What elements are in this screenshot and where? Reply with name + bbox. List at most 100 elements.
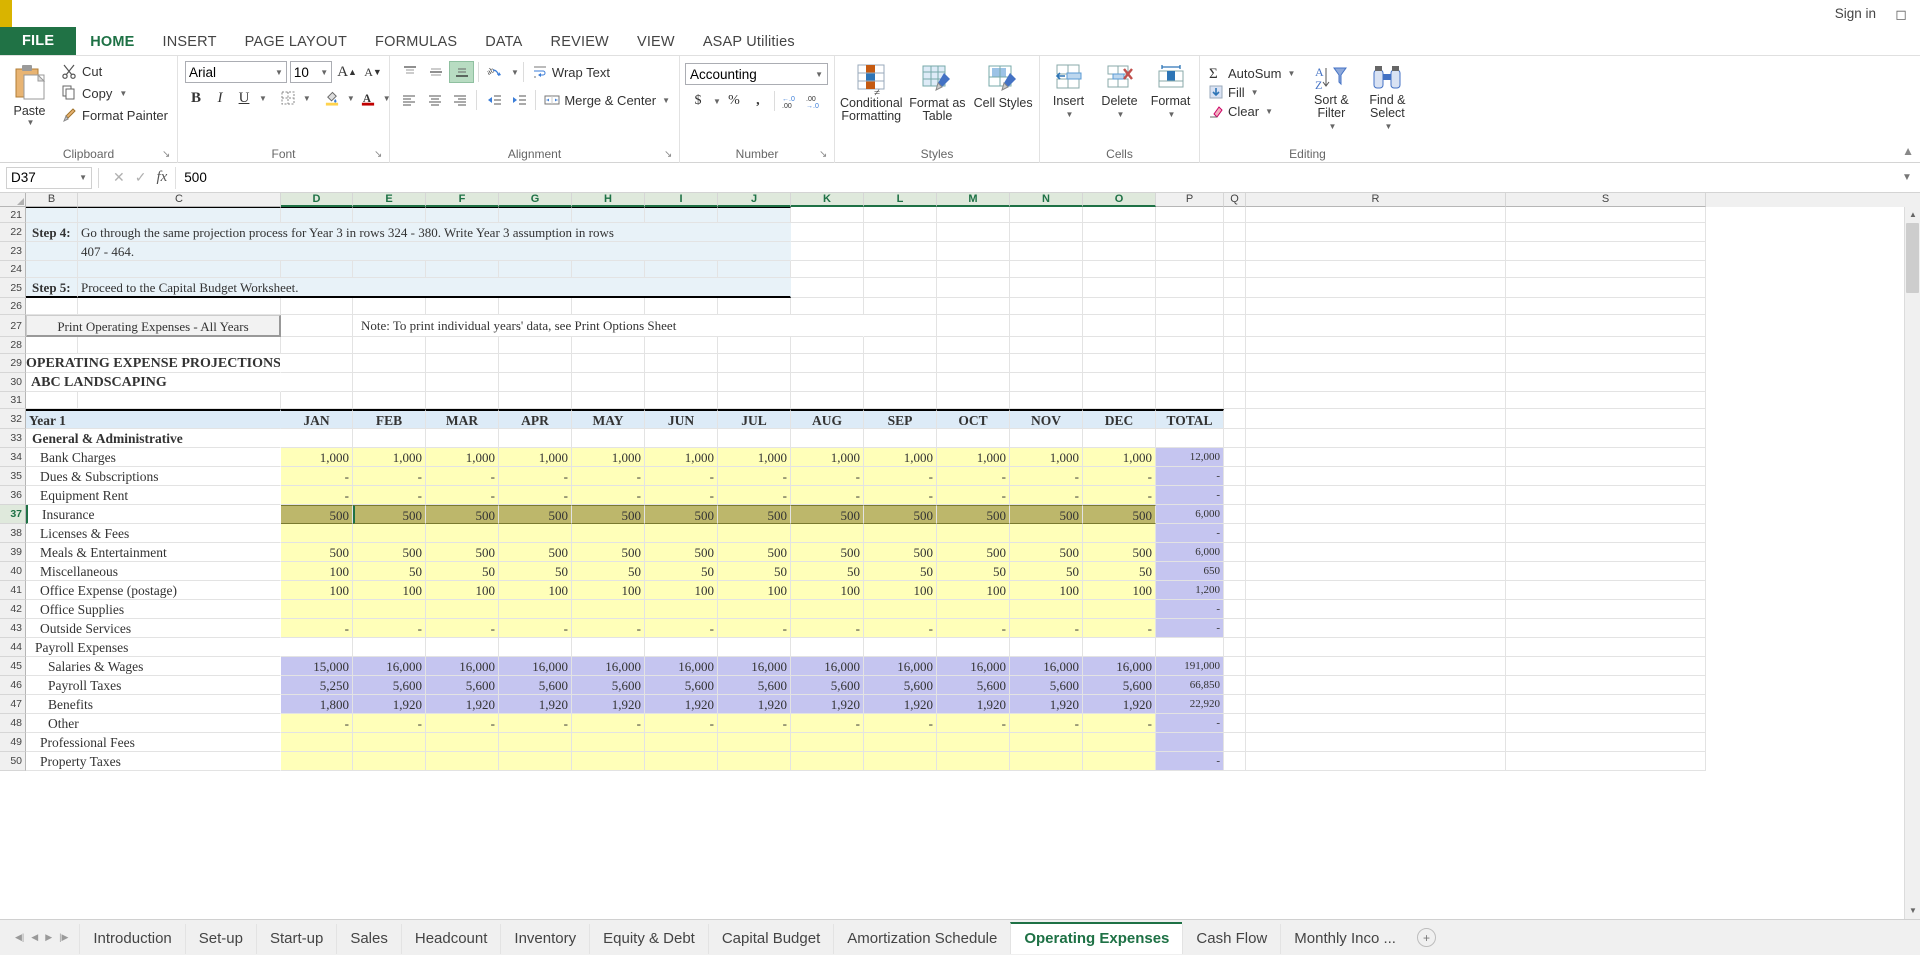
selected-cell-may37[interactable]: 500 xyxy=(572,505,645,524)
grid-cell[interactable] xyxy=(1010,315,1083,337)
grid-cell[interactable] xyxy=(1156,242,1224,261)
cell-jan-38[interactable] xyxy=(281,524,353,543)
grid-cell[interactable] xyxy=(718,261,791,278)
cell-apr-40[interactable]: 50 xyxy=(499,562,572,581)
grid-cell[interactable] xyxy=(1224,207,1246,223)
cell-feb-39[interactable]: 500 xyxy=(353,543,426,562)
row-label-49[interactable]: Professional Fees xyxy=(26,733,281,752)
grid-cell[interactable] xyxy=(1246,676,1506,695)
vertical-scrollbar[interactable]: ▲ ▼ xyxy=(1904,207,1920,919)
ribbon-tab-asap-utilities[interactable]: ASAP Utilities xyxy=(689,30,809,55)
row-header-47[interactable]: 47 xyxy=(0,695,26,714)
grid-cell[interactable] xyxy=(1010,298,1083,315)
month-header-feb[interactable]: FEB xyxy=(353,409,426,429)
row-header-29[interactable]: 29 xyxy=(0,354,26,373)
cell-nov-43[interactable]: - xyxy=(1010,619,1083,638)
cell-dec-35[interactable]: - xyxy=(1083,467,1156,486)
cell-apr-48[interactable]: - xyxy=(499,714,572,733)
insert-function-icon[interactable]: fx xyxy=(156,169,167,186)
grid-cell[interactable] xyxy=(1246,467,1506,486)
delete-dropdown-icon[interactable]: ▼ xyxy=(1117,108,1125,121)
grid-cell[interactable] xyxy=(1246,207,1506,223)
cell-jan-46[interactable]: 5,250 xyxy=(281,676,353,695)
cell-mar-39[interactable]: 500 xyxy=(426,543,499,562)
grid-cell[interactable] xyxy=(1246,600,1506,619)
grid-cell[interactable] xyxy=(1506,486,1706,505)
row-label-34[interactable]: Bank Charges xyxy=(26,448,281,467)
grid-cell[interactable] xyxy=(864,354,937,373)
cell-dec-50[interactable] xyxy=(1083,752,1156,771)
grid-cell[interactable] xyxy=(937,373,1010,392)
column-header-m[interactable]: M xyxy=(937,193,1010,207)
grid-cell[interactable] xyxy=(499,207,572,223)
report-title[interactable]: OPERATING EXPENSE PROJECTIONS xyxy=(26,354,281,373)
cell-sep-39[interactable]: 500 xyxy=(864,543,937,562)
grid-cell[interactable] xyxy=(1010,261,1083,278)
cell-aug-42[interactable] xyxy=(791,600,864,619)
column-header-k[interactable]: K xyxy=(791,193,864,207)
grid-cell[interactable] xyxy=(1224,695,1246,714)
sheet-tab-cash-flow[interactable]: Cash Flow xyxy=(1182,923,1281,954)
row-header-40[interactable]: 40 xyxy=(0,562,26,581)
row-header-33[interactable]: 33 xyxy=(0,429,26,448)
column-header-l[interactable]: L xyxy=(864,193,937,207)
grid-cell[interactable] xyxy=(1506,524,1706,543)
fill-dropdown-icon[interactable]: ▼ xyxy=(1251,88,1259,97)
cell-jul-33[interactable] xyxy=(718,429,791,448)
cell-aug-34[interactable]: 1,000 xyxy=(791,448,864,467)
grid-cell[interactable] xyxy=(645,337,718,354)
table-year-label[interactable]: Year 1 xyxy=(26,409,281,429)
grid-cell[interactable] xyxy=(645,392,718,409)
row-label-40[interactable]: Miscellaneous xyxy=(26,562,281,581)
cell-feb-47[interactable]: 1,920 xyxy=(353,695,426,714)
row-label-46[interactable]: Payroll Taxes xyxy=(26,676,281,695)
sheet-tab-headcount[interactable]: Headcount xyxy=(400,923,501,954)
cell-feb-40[interactable]: 50 xyxy=(353,562,426,581)
align-bottom-button[interactable] xyxy=(449,61,474,83)
row-label-47[interactable]: Benefits xyxy=(26,695,281,714)
sheet-tab-amortization-schedule[interactable]: Amortization Schedule xyxy=(833,923,1011,954)
grid-cell[interactable] xyxy=(78,337,281,354)
grid-cell[interactable] xyxy=(1224,337,1246,354)
row-header-49[interactable]: 49 xyxy=(0,733,26,752)
scroll-down-icon[interactable]: ▼ xyxy=(1905,903,1920,919)
print-options-note[interactable]: Note: To print individual years' data, s… xyxy=(353,315,864,337)
column-header-s[interactable]: S xyxy=(1506,193,1706,207)
add-sheet-button[interactable]: + xyxy=(1416,928,1436,947)
grid-cell[interactable] xyxy=(1506,676,1706,695)
total-cell-47[interactable]: 22,920 xyxy=(1156,695,1224,714)
grid-cell[interactable] xyxy=(1156,207,1224,223)
merge-center-button[interactable]: Merge & Center ▼ xyxy=(540,90,674,110)
cell-jul-49[interactable] xyxy=(718,733,791,752)
cell-dec-49[interactable] xyxy=(1083,733,1156,752)
cell-sep-50[interactable] xyxy=(864,752,937,771)
cell-jan-40[interactable]: 100 xyxy=(281,562,353,581)
total-cell-46[interactable]: 66,850 xyxy=(1156,676,1224,695)
total-cell-33[interactable] xyxy=(1156,429,1224,448)
column-header-g[interactable]: G xyxy=(499,193,572,207)
month-header-dec[interactable]: DEC xyxy=(1083,409,1156,429)
cell-oct-42[interactable] xyxy=(937,600,1010,619)
grid-cell[interactable] xyxy=(1010,223,1083,242)
column-header-p[interactable]: P xyxy=(1156,193,1224,207)
grid-cell[interactable] xyxy=(718,207,791,223)
cell-mar-34[interactable]: 1,000 xyxy=(426,448,499,467)
row-header-35[interactable]: 35 xyxy=(0,467,26,486)
grid-cell[interactable] xyxy=(353,337,426,354)
sort-filter-dropdown-icon[interactable]: ▼ xyxy=(1328,120,1336,133)
grid-cell[interactable] xyxy=(1506,223,1706,242)
conditional-formatting-button[interactable]: ≠ Conditional Formatting xyxy=(840,63,903,123)
total-cell-48[interactable]: - xyxy=(1156,714,1224,733)
row-header-44[interactable]: 44 xyxy=(0,638,26,657)
cell-dec-41[interactable]: 100 xyxy=(1083,581,1156,600)
row-header-31[interactable]: 31 xyxy=(0,392,26,409)
cell-dec-44[interactable] xyxy=(1083,638,1156,657)
format-as-table-button[interactable]: Format as Table xyxy=(907,63,969,123)
grid-cell[interactable] xyxy=(1506,752,1706,771)
grid-cell[interactable] xyxy=(1224,752,1246,771)
grid-cell[interactable] xyxy=(1506,733,1706,752)
cell-feb-35[interactable]: - xyxy=(353,467,426,486)
cell-jun-48[interactable]: - xyxy=(645,714,718,733)
grid-cell[interactable] xyxy=(1224,278,1246,298)
row-header-42[interactable]: 42 xyxy=(0,600,26,619)
